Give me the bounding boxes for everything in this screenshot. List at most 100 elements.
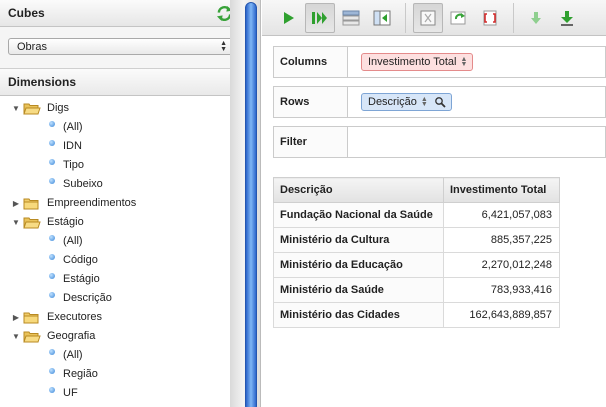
tree-item[interactable]: Descrição [49, 289, 112, 307]
collapse-triangle-icon[interactable]: ▼ [11, 218, 21, 227]
rows-zone: Rows Descrição ▲ ▼ [273, 86, 606, 118]
result-table: Descrição Investimento Total Fundação Na… [273, 177, 560, 328]
drill-button[interactable] [475, 3, 505, 33]
tree-folder[interactable]: ▼ Digs [11, 99, 69, 117]
tree-item-label: Subeixo [63, 178, 103, 190]
cubes-header: Cubes [0, 0, 242, 27]
collapse-triangle-icon[interactable]: ▼ [11, 332, 21, 341]
table-body: Fundação Nacional da Saúde 6,421,057,083 M… [273, 202, 560, 328]
tree-item-label: Geografia [47, 330, 96, 342]
refresh-query-button[interactable] [444, 3, 474, 33]
folder-icon [23, 312, 39, 323]
row-header-cell[interactable]: Fundação Nacional da Saúde [273, 202, 444, 228]
tree-item[interactable]: (All) [49, 346, 83, 364]
tree-item-label: Estágio [63, 273, 100, 285]
bullet-icon [49, 349, 55, 355]
row-header-cell[interactable]: Ministério das Cidades [273, 302, 444, 328]
tree-item-label: Código [63, 254, 98, 266]
table-row: Ministério da Educação 2,270,012,248 [273, 252, 560, 278]
tree-item[interactable]: (All) [49, 232, 83, 250]
filter-label: Filter [274, 127, 348, 157]
select-arrows-icon: ▲ ▼ [220, 39, 227, 53]
tree-item[interactable]: UF [49, 384, 78, 402]
tree-item[interactable]: IDN [49, 137, 82, 155]
cube-select-value: Obras [17, 40, 47, 53]
header-descricao[interactable]: Descrição [273, 177, 444, 203]
swap-axes-button[interactable] [367, 3, 397, 33]
panel-splitter[interactable] [230, 0, 243, 407]
bullet-icon [49, 140, 55, 146]
value-cell: 783,933,416 [443, 277, 560, 303]
cube-select[interactable]: Obras ▲ ▼ [8, 38, 233, 55]
tree-item[interactable]: Estágio [49, 270, 100, 288]
formula-button[interactable] [413, 2, 443, 33]
folder-icon [23, 198, 39, 209]
bullet-icon [49, 292, 55, 298]
column-pill[interactable]: Investimento Total ▲ ▼ [361, 53, 474, 71]
left-panel: Cubes Obras ▲ ▼ Dimensions ▼ Digs (All) IDN T… [0, 0, 243, 407]
bullet-icon [49, 387, 55, 393]
expand-triangle-icon[interactable]: ▶ [11, 313, 21, 322]
tree-item-label: Estágio [47, 216, 84, 228]
toggle-fields-button[interactable] [336, 3, 366, 33]
cube-selector-row: Obras ▲ ▼ [0, 27, 242, 69]
tree-item[interactable]: Região [49, 365, 98, 383]
scrollbar[interactable] [243, 0, 261, 407]
bullet-icon [49, 273, 55, 279]
tree-item-label: Tipo [63, 159, 84, 171]
tree-item-label: UF [63, 387, 78, 399]
tree-item-label: Descrição [63, 292, 112, 304]
value-cell: 885,357,225 [443, 227, 560, 253]
folder-open-icon [23, 217, 41, 228]
tree-folder[interactable]: ▼ Geografia [11, 327, 95, 345]
rows-dropzone[interactable]: Descrição ▲ ▼ [348, 87, 605, 117]
row-pill[interactable]: Descrição ▲ ▼ [361, 93, 452, 111]
folder-open-icon [23, 331, 41, 342]
value-cell: 2,270,012,248 [443, 252, 560, 278]
tree-item-label: Região [63, 368, 98, 380]
drill-down-button[interactable] [521, 3, 551, 33]
rows-label: Rows [274, 87, 348, 117]
table-row: Ministério da Cultura 885,357,225 [273, 227, 560, 253]
tree-folder[interactable]: ▶ Executores [11, 308, 102, 326]
tree-item[interactable]: Subeixo [49, 175, 103, 193]
row-header-cell[interactable]: Ministério da Cultura [273, 227, 444, 253]
formula-icon [420, 10, 436, 25]
scrollbar-thumb[interactable] [245, 2, 257, 407]
sort-arrows-icon[interactable]: ▲ ▼ [421, 96, 428, 108]
table-row: Ministério das Cidades 162,643,889,857 [273, 302, 560, 328]
bullet-icon [49, 368, 55, 374]
magnifier-icon[interactable] [434, 96, 446, 108]
toolbar [262, 0, 606, 36]
tree-folder[interactable]: ▼ Estágio [11, 213, 84, 231]
columns-zone: Columns Investimento Total ▲ ▼ [273, 46, 606, 78]
value-cell: 162,643,889,857 [443, 302, 560, 328]
collapse-triangle-icon[interactable]: ▼ [11, 104, 21, 113]
export-icon [561, 10, 573, 26]
run-icon [284, 11, 294, 24]
row-header-cell[interactable]: Ministério da Saúde [273, 277, 444, 303]
tree-item-label: IDN [63, 140, 82, 152]
row-header-cell[interactable]: Ministério da Educação [273, 252, 444, 278]
expand-triangle-icon[interactable]: ▶ [11, 199, 21, 208]
value-cell: 6,421,057,083 [443, 202, 560, 228]
columns-dropzone[interactable]: Investimento Total ▲ ▼ [348, 47, 605, 77]
tree-item[interactable]: Tipo [49, 156, 84, 174]
tree-item[interactable]: Código [49, 251, 98, 269]
auto-run-button[interactable] [305, 2, 335, 33]
bullet-icon [49, 178, 55, 184]
sort-arrows-icon[interactable]: ▲ ▼ [460, 56, 467, 68]
tree-item[interactable]: (All) [49, 118, 83, 136]
column-pill-label: Investimento Total [368, 56, 457, 68]
toolbar-separator [513, 2, 514, 33]
bullet-icon [49, 121, 55, 127]
tree-item-label: (All) [63, 121, 83, 133]
drill-icon [483, 10, 497, 25]
tree-folder[interactable]: ▶ Empreendimentos [11, 194, 136, 212]
header-investimento-total[interactable]: Investimento Total [443, 177, 560, 203]
export-button[interactable] [552, 3, 582, 33]
filter-dropzone[interactable] [348, 127, 605, 157]
auto-run-icon [312, 11, 327, 24]
tree-item-label: Executores [47, 311, 103, 323]
run-query-button[interactable] [274, 3, 304, 33]
